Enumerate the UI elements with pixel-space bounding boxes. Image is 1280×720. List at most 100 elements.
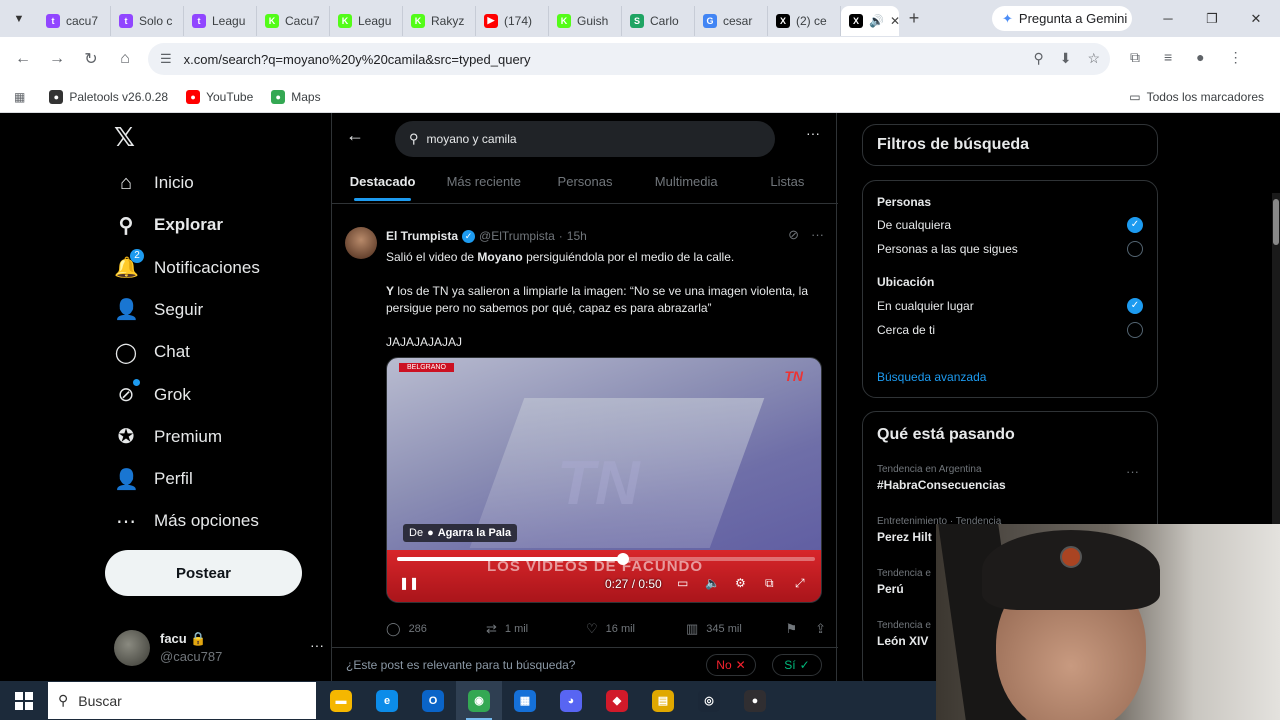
- back-arrow-icon[interactable]: ←: [346, 125, 364, 146]
- volume-icon[interactable]: 🔈: [705, 576, 720, 590]
- taskbar-search[interactable]: ⚲ Buscar: [48, 682, 316, 719]
- search-tab[interactable]: Más reciente: [433, 165, 534, 201]
- browser-tab[interactable]: Gcesar: [695, 5, 768, 36]
- browser-tab[interactable]: K Cacu7: [257, 5, 330, 36]
- browser-tab[interactable]: X (2) ce: [768, 5, 841, 36]
- taskbar-app[interactable]: e: [364, 681, 410, 720]
- captions-icon[interactable]: ▭: [677, 576, 688, 590]
- radio-button[interactable]: ✓: [1127, 298, 1143, 314]
- gemini-button[interactable]: ✦ Pregunta a Gemini: [992, 6, 1132, 31]
- relevance-yes-button[interactable]: Sí ✓: [772, 654, 822, 676]
- fullscreen-icon[interactable]: ⤢: [795, 576, 805, 591]
- profile-avatar-icon[interactable]: ●: [1196, 49, 1204, 66]
- install-icon[interactable]: ⬇: [1060, 50, 1072, 67]
- browser-tab[interactable]: t Solo c: [111, 5, 184, 36]
- bookmark-item[interactable]: ● Maps: [271, 89, 321, 104]
- taskbar-app[interactable]: ●: [732, 681, 778, 720]
- radio-button[interactable]: [1127, 321, 1143, 338]
- speaker-icon[interactable]: 🔊: [869, 14, 884, 28]
- avatar[interactable]: [345, 227, 377, 259]
- url-text[interactable]: x.com/search?q=moyano%20y%20camila&src=t…: [184, 52, 531, 67]
- nav-item-chat[interactable]: ◯ Chat: [114, 332, 190, 372]
- grok-icon[interactable]: ⊘: [788, 227, 799, 243]
- filter-option[interactable]: Cerca de ti: [877, 321, 1143, 338]
- extensions-icon[interactable]: ⧉: [1130, 49, 1140, 66]
- site-info-icon[interactable]: ☰: [160, 51, 172, 67]
- tweet-author-name[interactable]: El Trumpista: [386, 229, 458, 243]
- x-logo-icon[interactable]: 𝕏: [114, 123, 135, 153]
- new-tab-button[interactable]: +: [899, 8, 929, 29]
- more-icon[interactable]: ···: [310, 637, 324, 653]
- video-source-chip[interactable]: De ● Agarra la Pala: [403, 524, 518, 542]
- search-tab[interactable]: Destacado: [332, 165, 433, 201]
- post-button[interactable]: Postear: [105, 550, 302, 596]
- taskbar-app[interactable]: ◕: [548, 681, 594, 720]
- nav-item-more-circle[interactable]: ⋯ Más opciones: [114, 501, 259, 541]
- nav-item-bell[interactable]: 🔔 2 Notificaciones: [114, 248, 260, 288]
- forward-button[interactable]: →: [40, 50, 74, 68]
- settings-gear-icon[interactable]: ⚙: [735, 576, 746, 590]
- nav-item-search[interactable]: ⚲ Explorar: [114, 205, 223, 245]
- back-button[interactable]: ←: [6, 50, 40, 68]
- bookmark-item[interactable]: ● Paletools v26.0.28: [49, 89, 168, 104]
- more-icon[interactable]: ···: [806, 125, 820, 141]
- omnibox[interactable]: ☰ x.com/search?q=moyano%20y%20camila&src…: [148, 43, 1110, 75]
- search-query[interactable]: moyano y camila: [427, 132, 517, 146]
- close-tab-icon[interactable]: ✕: [890, 14, 899, 28]
- nav-item-premium[interactable]: ✪ Premium: [114, 417, 222, 457]
- bookmark-icon[interactable]: ⚑: [785, 621, 797, 637]
- taskbar-app[interactable]: ▤: [640, 681, 686, 720]
- taskbar-app[interactable]: ◎: [686, 681, 732, 720]
- relevance-no-button[interactable]: No ✕: [706, 654, 756, 676]
- taskbar-app[interactable]: ▦: [502, 681, 548, 720]
- share-icon[interactable]: ⇪: [815, 621, 826, 637]
- start-button[interactable]: [0, 681, 48, 720]
- menu-icon[interactable]: ⋮: [1229, 49, 1243, 66]
- close-window-button[interactable]: ✕: [1234, 0, 1278, 37]
- bookmark-item[interactable]: ● YouTube: [186, 89, 253, 104]
- advanced-search-link[interactable]: Búsqueda avanzada: [877, 370, 986, 384]
- media-icon[interactable]: ≡: [1164, 49, 1172, 66]
- search-tab[interactable]: Listas: [737, 165, 838, 201]
- browser-tab[interactable]: K Guish: [549, 5, 622, 36]
- like-button[interactable]: ♡ 16 mil: [586, 621, 686, 637]
- all-bookmarks[interactable]: ▭ Todos los marcadores: [1129, 90, 1264, 104]
- taskbar-app[interactable]: O: [410, 681, 456, 720]
- browser-tab[interactable]: K Leagu: [330, 5, 403, 36]
- search-input[interactable]: ⚲ moyano y camila: [395, 121, 775, 157]
- browser-tab[interactable]: S Carlo: [622, 5, 695, 36]
- filter-option[interactable]: En cualquier lugar ✓: [877, 298, 1143, 314]
- video-player[interactable]: TN BELGRANO TN De ● Agarra la Pala LOS V…: [386, 357, 822, 603]
- taskbar-app[interactable]: ▬: [318, 681, 364, 720]
- nav-item-follow[interactable]: 👤 Seguir: [114, 290, 203, 330]
- more-icon[interactable]: ···: [811, 227, 824, 243]
- views-button[interactable]: ▥ 345 mil: [686, 621, 786, 637]
- tab-search-button[interactable]: ▼: [0, 0, 38, 37]
- radio-button[interactable]: [1127, 240, 1143, 257]
- zoom-icon[interactable]: ⚲: [1033, 50, 1043, 67]
- nav-item-person[interactable]: 👤 Perfil: [114, 459, 193, 499]
- repost-button[interactable]: ⇄ 1 mil: [486, 621, 586, 637]
- reload-button[interactable]: ↻: [74, 49, 108, 69]
- minimize-button[interactable]: ─: [1146, 0, 1190, 37]
- search-tab[interactable]: Multimedia: [636, 165, 737, 201]
- apps-grid-icon[interactable]: ▦: [14, 90, 25, 104]
- trend-item[interactable]: Tendencia en Argentina #HabraConsecuencia…: [877, 464, 1147, 492]
- radio-button[interactable]: ✓: [1127, 217, 1143, 233]
- browser-tab[interactable]: ▶ (174): [476, 5, 549, 36]
- filter-option[interactable]: De cualquiera ✓: [877, 217, 1143, 233]
- star-icon[interactable]: ☆: [1087, 50, 1100, 67]
- account-switcher[interactable]: facu 🔒 @cacu787 ···: [114, 623, 324, 673]
- progress-handle[interactable]: [616, 553, 629, 565]
- pause-icon[interactable]: ❚❚: [399, 576, 419, 590]
- taskbar-app[interactable]: ◉: [456, 681, 502, 720]
- tweet-time[interactable]: 15h: [567, 229, 587, 243]
- browser-tab[interactable]: K Rakyz: [403, 5, 476, 36]
- reply-button[interactable]: ◯ 286: [386, 621, 486, 637]
- browser-tab[interactable]: t cacu7: [38, 5, 111, 36]
- tweet-author-handle[interactable]: @ElTrumpista: [479, 229, 555, 243]
- nav-item-home[interactable]: ⌂ Inicio: [114, 163, 194, 203]
- tab-active-x[interactable]: X 🔊 ✕: [841, 5, 899, 36]
- search-tab[interactable]: Personas: [534, 165, 635, 201]
- video-progress-bar[interactable]: [397, 553, 815, 565]
